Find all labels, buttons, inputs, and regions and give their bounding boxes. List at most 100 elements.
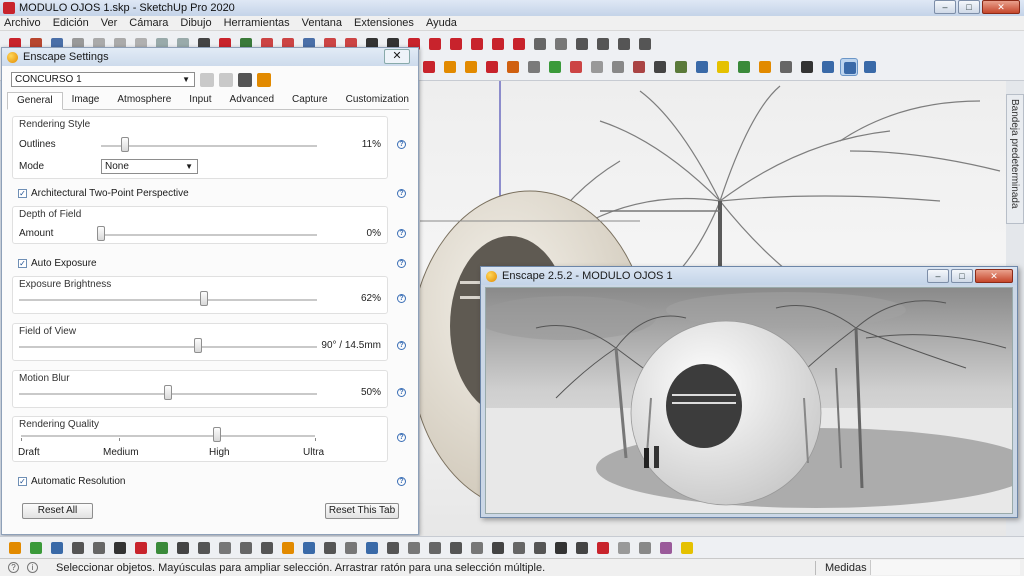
color-icon[interactable]	[594, 539, 612, 557]
help-icon[interactable]: ?	[397, 140, 406, 149]
help-icon[interactable]: ?	[397, 229, 406, 238]
component-icon[interactable]	[69, 539, 87, 557]
scale-icon[interactable]	[489, 35, 507, 53]
menu-ayuda[interactable]: Ayuda	[426, 17, 457, 29]
enscape-sync-icon[interactable]	[840, 58, 858, 76]
enscape-start-icon[interactable]	[819, 58, 837, 76]
front-view-icon[interactable]	[573, 35, 591, 53]
follow-me-icon[interactable]	[468, 35, 486, 53]
plugin-p-icon[interactable]	[447, 539, 465, 557]
exposure-slider-track[interactable]	[19, 299, 317, 301]
orbit-icon[interactable]	[798, 58, 816, 76]
help-icon[interactable]: ?	[397, 259, 406, 268]
wireframe-icon[interactable]	[672, 58, 690, 76]
plugin-h-icon[interactable]	[279, 539, 297, 557]
enscape-views-icon[interactable]	[861, 58, 879, 76]
smoove-icon[interactable]	[462, 58, 480, 76]
default-tray-tab[interactable]: Bandeja predeterminada	[1006, 94, 1024, 224]
enscape-settings-icon[interactable]	[777, 58, 795, 76]
reset-all-button[interactable]: Reset All	[22, 503, 93, 519]
reset-this-tab-button[interactable]: Reset This Tab	[325, 503, 399, 519]
menu-ventana[interactable]: Ventana	[302, 17, 342, 29]
drape-icon[interactable]	[504, 58, 522, 76]
plugin-l-icon[interactable]	[363, 539, 381, 557]
import-icon[interactable]	[48, 539, 66, 557]
enscape-sun-icon[interactable]	[756, 58, 774, 76]
plugin-f-icon[interactable]	[237, 539, 255, 557]
iso-view-icon[interactable]	[531, 35, 549, 53]
section-plane-icon[interactable]	[420, 58, 438, 76]
plugin-e-icon[interactable]	[216, 539, 234, 557]
save-preset-icon[interactable]	[238, 72, 252, 87]
sandbox-icon[interactable]	[441, 58, 459, 76]
lightbulb-icon[interactable]	[678, 539, 696, 557]
render-maximize-button[interactable]: □	[951, 269, 973, 283]
top-view-icon[interactable]	[552, 35, 570, 53]
globe-icon[interactable]	[531, 539, 549, 557]
maximize-button[interactable]: □	[958, 0, 980, 14]
help-icon[interactable]: ?	[397, 477, 406, 486]
plugin-i-icon[interactable]	[300, 539, 318, 557]
toggle-terrain-icon[interactable]	[567, 58, 585, 76]
tab-atmosphere[interactable]: Atmosphere	[108, 92, 180, 110]
render-viewport[interactable]	[485, 287, 1013, 514]
close-button[interactable]: ✕	[982, 0, 1020, 14]
dof-slider-thumb[interactable]	[97, 226, 105, 241]
plugin-s-icon[interactable]	[510, 539, 528, 557]
menu-dibujo[interactable]: Dibujo	[180, 17, 211, 29]
outlines-slider-thumb[interactable]	[120, 137, 129, 152]
right-view-icon[interactable]	[594, 35, 612, 53]
fov-slider-track[interactable]	[19, 346, 317, 348]
motion-blur-slider-thumb[interactable]	[164, 385, 172, 400]
tab-image[interactable]: Image	[63, 92, 109, 110]
tab-customization[interactable]: Customization	[337, 92, 418, 110]
dof-slider-track[interactable]	[101, 234, 317, 236]
detail-icon[interactable]	[525, 58, 543, 76]
plugin-n-icon[interactable]	[405, 539, 423, 557]
info-icon[interactable]: i	[27, 562, 38, 573]
menu-edicion[interactable]: Edición	[53, 17, 89, 29]
automatic-resolution-checkbox[interactable]: ✓ Automatic Resolution	[18, 476, 126, 487]
light-icon[interactable]	[714, 58, 732, 76]
auto-exposure-checkbox[interactable]: ✓ Auto Exposure	[18, 258, 97, 269]
rotate-icon[interactable]	[447, 35, 465, 53]
offset-icon[interactable]	[510, 35, 528, 53]
tab-general[interactable]: General	[7, 92, 63, 110]
help-icon[interactable]: ?	[397, 294, 406, 303]
plugin-r-icon[interactable]	[489, 539, 507, 557]
quality-slider-track[interactable]	[21, 435, 315, 437]
render-close-button[interactable]: ✕	[975, 269, 1013, 283]
save-preset-disabled-icon[interactable]	[219, 72, 233, 87]
checkbox-box[interactable]: ✓	[18, 189, 27, 198]
menu-ver[interactable]: Ver	[101, 17, 118, 29]
help-icon[interactable]: ?	[397, 341, 406, 350]
help-icon[interactable]: ?	[397, 433, 406, 442]
plugin-g-icon[interactable]	[258, 539, 276, 557]
settings-close-button[interactable]: ✕	[384, 49, 410, 64]
plugin-t-icon[interactable]	[552, 539, 570, 557]
plugin-o-icon[interactable]	[426, 539, 444, 557]
refresh-icon[interactable]	[27, 539, 45, 557]
push-pull-icon[interactable]	[426, 35, 444, 53]
fog-icon[interactable]	[609, 58, 627, 76]
style-icon[interactable]	[630, 58, 648, 76]
wrench-icon[interactable]	[636, 539, 654, 557]
plugin-m-icon[interactable]	[384, 539, 402, 557]
stamp-icon[interactable]	[483, 58, 501, 76]
tab-input[interactable]: Input	[180, 92, 220, 110]
measurements-input[interactable]	[870, 560, 1020, 575]
plugin-b-icon[interactable]	[153, 539, 171, 557]
plugin-j-icon[interactable]	[321, 539, 339, 557]
undo-preset-icon[interactable]	[200, 72, 214, 87]
two-point-perspective-checkbox[interactable]: ✓ Architectural Two-Point Perspective	[18, 188, 189, 199]
plugin-q-icon[interactable]	[468, 539, 486, 557]
plugin-a-icon[interactable]	[132, 539, 150, 557]
hidden-line-icon[interactable]	[693, 58, 711, 76]
tag-icon[interactable]	[657, 539, 675, 557]
shadows-icon[interactable]	[588, 58, 606, 76]
add-location-icon[interactable]	[546, 58, 564, 76]
menu-archivo[interactable]: Archivo	[4, 17, 41, 29]
mode-select[interactable]: None ▼	[101, 159, 198, 174]
menu-camara[interactable]: Cámara	[129, 17, 168, 29]
tab-advanced[interactable]: Advanced	[221, 92, 283, 110]
